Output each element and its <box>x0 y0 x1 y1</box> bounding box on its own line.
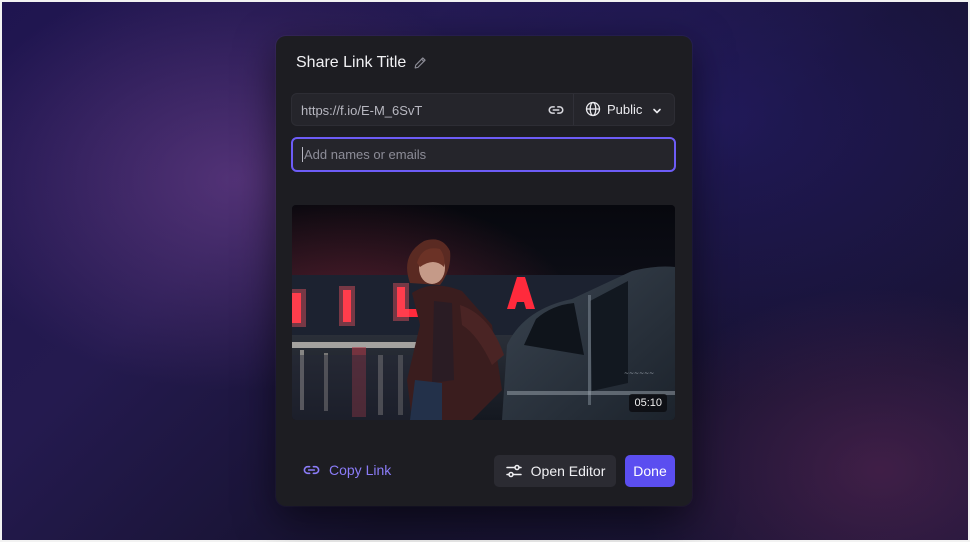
link-icon[interactable] <box>547 102 565 118</box>
dialog-title[interactable]: Share Link Title <box>296 54 406 72</box>
visibility-label: Public <box>607 101 643 117</box>
pencil-icon[interactable] <box>413 56 427 70</box>
copy-link-label: Copy Link <box>329 462 392 478</box>
copy-link-button[interactable]: Copy Link <box>302 462 391 478</box>
dialog-footer: Copy Link Open Editor Done <box>276 455 692 487</box>
share-link-url[interactable]: https://f.io/E-M_6SvT <box>301 103 422 118</box>
chevron-down-icon <box>652 104 662 114</box>
video-thumbnail: ~~~~~~ <box>292 205 675 420</box>
open-editor-button[interactable]: Open Editor <box>494 455 616 487</box>
invite-input[interactable] <box>291 137 676 172</box>
link-icon <box>302 462 321 478</box>
video-duration: 05:10 <box>629 394 667 412</box>
text-cursor <box>302 147 303 162</box>
sliders-icon <box>505 463 523 479</box>
visibility-dropdown[interactable]: Public <box>585 101 662 117</box>
share-dialog: Share Link Title https://f.io/E-M_6SvT P… <box>276 36 692 506</box>
globe-icon <box>585 101 601 117</box>
done-button[interactable]: Done <box>625 455 675 487</box>
divider <box>573 94 574 125</box>
video-preview[interactable]: ~~~~~~ 05:10 <box>292 205 675 420</box>
svg-text:~~~~~~: ~~~~~~ <box>624 370 654 377</box>
share-link-field: https://f.io/E-M_6SvT Public <box>291 93 675 126</box>
dialog-header: Share Link Title <box>296 54 427 72</box>
open-editor-label: Open Editor <box>530 463 606 479</box>
